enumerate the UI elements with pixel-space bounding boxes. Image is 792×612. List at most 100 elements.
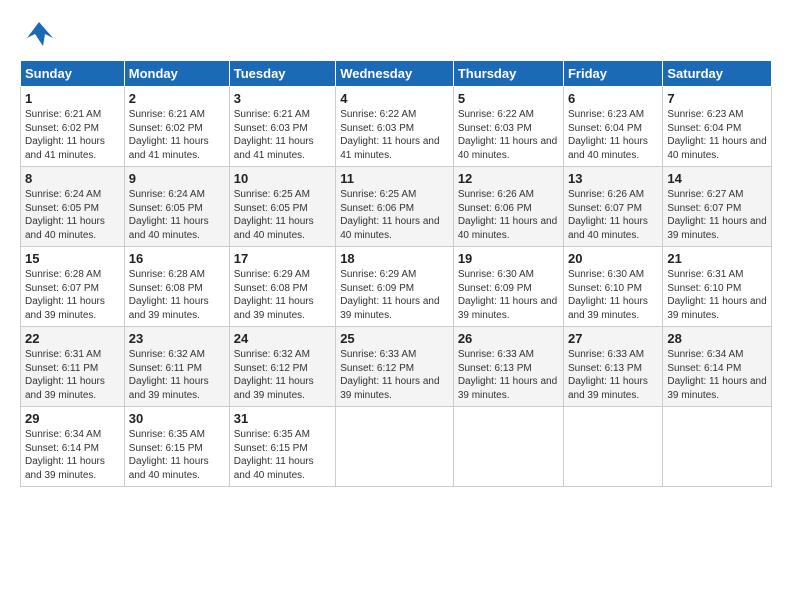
day-info: Sunrise: 6:21 AM Sunset: 6:02 PM Dayligh… (25, 108, 120, 162)
day-number: 11 (340, 171, 449, 186)
sunset-label: Sunset: 6:02 PM (25, 123, 99, 134)
calendar-cell: 19 Sunrise: 6:30 AM Sunset: 6:09 PM Dayl… (453, 247, 563, 327)
sunset-label: Sunset: 6:09 PM (458, 283, 532, 294)
sunrise-label: Sunrise: 6:30 AM (568, 269, 644, 280)
day-info: Sunrise: 6:31 AM Sunset: 6:10 PM Dayligh… (667, 268, 767, 322)
calendar-cell: 2 Sunrise: 6:21 AM Sunset: 6:02 PM Dayli… (124, 87, 229, 167)
day-info: Sunrise: 6:33 AM Sunset: 6:12 PM Dayligh… (340, 348, 449, 402)
calendar-cell: 10 Sunrise: 6:25 AM Sunset: 6:05 PM Dayl… (229, 167, 335, 247)
day-info: Sunrise: 6:28 AM Sunset: 6:07 PM Dayligh… (25, 268, 120, 322)
day-number: 22 (25, 331, 120, 346)
calendar-week-row: 22 Sunrise: 6:31 AM Sunset: 6:11 PM Dayl… (21, 327, 772, 407)
daylight-label: Daylight: 11 hours and 40 minutes. (568, 216, 648, 241)
day-info: Sunrise: 6:21 AM Sunset: 6:03 PM Dayligh… (234, 108, 331, 162)
sunrise-label: Sunrise: 6:22 AM (340, 109, 416, 120)
sunset-label: Sunset: 6:13 PM (458, 363, 532, 374)
logo-bird-icon (23, 18, 55, 50)
day-info: Sunrise: 6:33 AM Sunset: 6:13 PM Dayligh… (568, 348, 658, 402)
page: SundayMondayTuesdayWednesdayThursdayFrid… (0, 0, 792, 497)
sunrise-label: Sunrise: 6:32 AM (129, 349, 205, 360)
calendar-cell: 27 Sunrise: 6:33 AM Sunset: 6:13 PM Dayl… (563, 327, 662, 407)
calendar-cell: 17 Sunrise: 6:29 AM Sunset: 6:08 PM Dayl… (229, 247, 335, 327)
sunrise-label: Sunrise: 6:35 AM (234, 429, 310, 440)
day-number: 14 (667, 171, 767, 186)
sunrise-label: Sunrise: 6:21 AM (234, 109, 310, 120)
daylight-label: Daylight: 11 hours and 39 minutes. (129, 376, 209, 401)
sunrise-label: Sunrise: 6:27 AM (667, 189, 743, 200)
day-info: Sunrise: 6:35 AM Sunset: 6:15 PM Dayligh… (129, 428, 225, 482)
logo (20, 18, 55, 50)
daylight-label: Daylight: 11 hours and 40 minutes. (458, 136, 557, 161)
daylight-label: Daylight: 11 hours and 39 minutes. (568, 376, 648, 401)
calendar-cell: 3 Sunrise: 6:21 AM Sunset: 6:03 PM Dayli… (229, 87, 335, 167)
daylight-label: Daylight: 11 hours and 39 minutes. (234, 376, 314, 401)
day-info: Sunrise: 6:30 AM Sunset: 6:10 PM Dayligh… (568, 268, 658, 322)
sunset-label: Sunset: 6:06 PM (340, 203, 414, 214)
daylight-label: Daylight: 11 hours and 40 minutes. (25, 216, 105, 241)
sunset-label: Sunset: 6:02 PM (129, 123, 203, 134)
calendar-cell: 13 Sunrise: 6:26 AM Sunset: 6:07 PM Dayl… (563, 167, 662, 247)
day-info: Sunrise: 6:22 AM Sunset: 6:03 PM Dayligh… (458, 108, 559, 162)
day-info: Sunrise: 6:33 AM Sunset: 6:13 PM Dayligh… (458, 348, 559, 402)
calendar-table: SundayMondayTuesdayWednesdayThursdayFrid… (20, 60, 772, 487)
calendar-header-wednesday: Wednesday (336, 61, 454, 87)
sunset-label: Sunset: 6:05 PM (234, 203, 308, 214)
day-info: Sunrise: 6:34 AM Sunset: 6:14 PM Dayligh… (667, 348, 767, 402)
day-number: 4 (340, 91, 449, 106)
sunrise-label: Sunrise: 6:29 AM (340, 269, 416, 280)
calendar-header-monday: Monday (124, 61, 229, 87)
sunrise-label: Sunrise: 6:31 AM (667, 269, 743, 280)
sunrise-label: Sunrise: 6:32 AM (234, 349, 310, 360)
daylight-label: Daylight: 11 hours and 39 minutes. (25, 376, 105, 401)
sunrise-label: Sunrise: 6:31 AM (25, 349, 101, 360)
daylight-label: Daylight: 11 hours and 41 minutes. (25, 136, 105, 161)
day-number: 30 (129, 411, 225, 426)
calendar-cell: 16 Sunrise: 6:28 AM Sunset: 6:08 PM Dayl… (124, 247, 229, 327)
sunset-label: Sunset: 6:03 PM (340, 123, 414, 134)
daylight-label: Daylight: 11 hours and 39 minutes. (25, 456, 105, 481)
calendar-cell: 8 Sunrise: 6:24 AM Sunset: 6:05 PM Dayli… (21, 167, 125, 247)
calendar-cell: 22 Sunrise: 6:31 AM Sunset: 6:11 PM Dayl… (21, 327, 125, 407)
calendar-cell: 4 Sunrise: 6:22 AM Sunset: 6:03 PM Dayli… (336, 87, 454, 167)
day-info: Sunrise: 6:24 AM Sunset: 6:05 PM Dayligh… (129, 188, 225, 242)
daylight-label: Daylight: 11 hours and 39 minutes. (340, 376, 439, 401)
sunrise-label: Sunrise: 6:33 AM (568, 349, 644, 360)
daylight-label: Daylight: 11 hours and 40 minutes. (234, 216, 314, 241)
sunrise-label: Sunrise: 6:28 AM (25, 269, 101, 280)
calendar-cell (453, 407, 563, 487)
daylight-label: Daylight: 11 hours and 41 minutes. (340, 136, 439, 161)
calendar-body: 1 Sunrise: 6:21 AM Sunset: 6:02 PM Dayli… (21, 87, 772, 487)
sunset-label: Sunset: 6:11 PM (129, 363, 202, 374)
calendar-header-friday: Friday (563, 61, 662, 87)
sunset-label: Sunset: 6:14 PM (25, 443, 99, 454)
day-info: Sunrise: 6:24 AM Sunset: 6:05 PM Dayligh… (25, 188, 120, 242)
daylight-label: Daylight: 11 hours and 39 minutes. (667, 216, 766, 241)
daylight-label: Daylight: 11 hours and 39 minutes. (568, 296, 648, 321)
calendar-cell: 21 Sunrise: 6:31 AM Sunset: 6:10 PM Dayl… (663, 247, 772, 327)
day-number: 19 (458, 251, 559, 266)
calendar-cell: 18 Sunrise: 6:29 AM Sunset: 6:09 PM Dayl… (336, 247, 454, 327)
day-number: 17 (234, 251, 331, 266)
day-number: 24 (234, 331, 331, 346)
sunrise-label: Sunrise: 6:21 AM (25, 109, 101, 120)
day-number: 2 (129, 91, 225, 106)
day-number: 13 (568, 171, 658, 186)
sunset-label: Sunset: 6:05 PM (129, 203, 203, 214)
daylight-label: Daylight: 11 hours and 39 minutes. (667, 376, 766, 401)
day-info: Sunrise: 6:35 AM Sunset: 6:15 PM Dayligh… (234, 428, 331, 482)
calendar-cell (336, 407, 454, 487)
daylight-label: Daylight: 11 hours and 40 minutes. (234, 456, 314, 481)
daylight-label: Daylight: 11 hours and 41 minutes. (129, 136, 209, 161)
day-number: 7 (667, 91, 767, 106)
calendar-cell: 6 Sunrise: 6:23 AM Sunset: 6:04 PM Dayli… (563, 87, 662, 167)
sunrise-label: Sunrise: 6:33 AM (340, 349, 416, 360)
day-number: 15 (25, 251, 120, 266)
daylight-label: Daylight: 11 hours and 39 minutes. (667, 296, 766, 321)
day-number: 26 (458, 331, 559, 346)
daylight-label: Daylight: 11 hours and 39 minutes. (458, 296, 557, 321)
calendar-cell: 23 Sunrise: 6:32 AM Sunset: 6:11 PM Dayl… (124, 327, 229, 407)
day-number: 20 (568, 251, 658, 266)
calendar-cell: 26 Sunrise: 6:33 AM Sunset: 6:13 PM Dayl… (453, 327, 563, 407)
sunset-label: Sunset: 6:13 PM (568, 363, 642, 374)
day-number: 29 (25, 411, 120, 426)
